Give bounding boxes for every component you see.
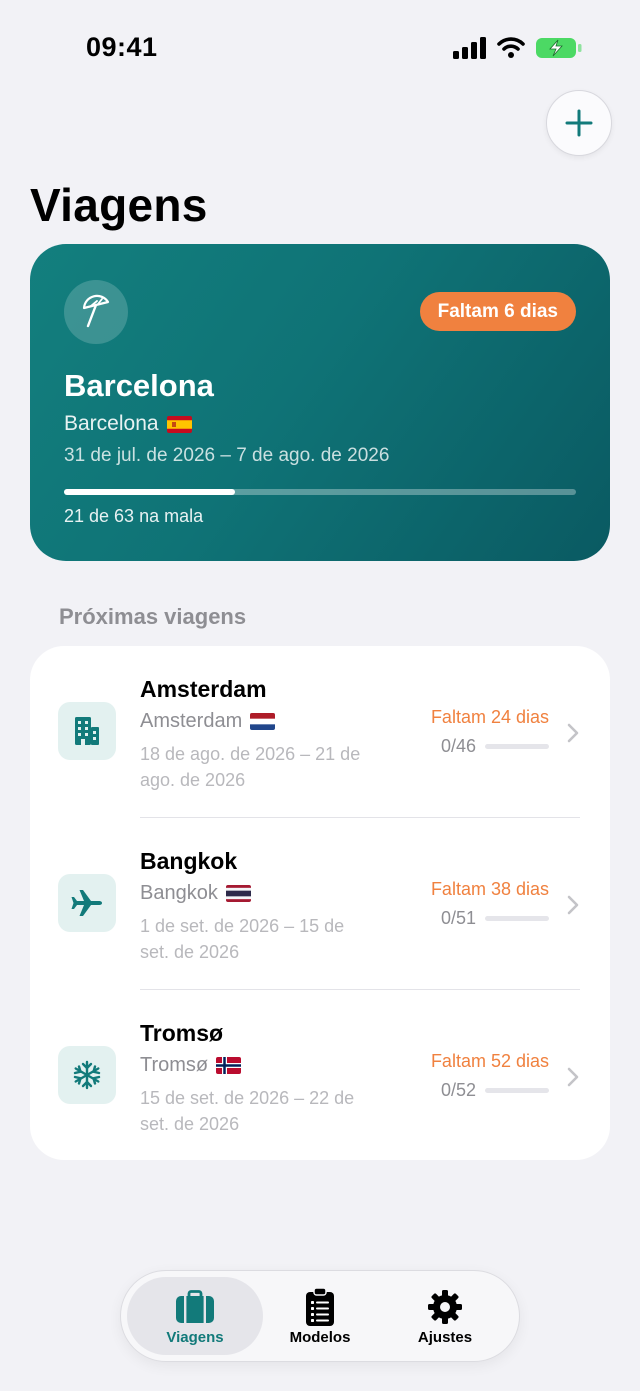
trip-packing-progress — [485, 1088, 549, 1093]
trip-icon-badge — [58, 1046, 116, 1104]
upcoming-trips-list: Amsterdam Amsterdam 18 de ago. de 2026 –… — [30, 646, 610, 1160]
tab-label: Viagens — [166, 1329, 224, 1346]
airplane-icon — [71, 890, 102, 916]
trip-name: Tromsø — [140, 1020, 224, 1046]
chevron-right-icon — [567, 723, 579, 743]
trip-row-bangkok[interactable]: Bangkok Bangkok 1 de set. de 2026 – 15 d… — [30, 818, 610, 990]
trip-row-tromso[interactable]: Tromsø Tromsø 15 de set. de 2026 – 22 de… — [30, 990, 610, 1162]
tab-label: Ajustes — [417, 1329, 473, 1346]
tab-label: Modelos — [289, 1329, 351, 1346]
featured-packing-progress — [64, 489, 576, 495]
featured-trip-name: Barcelona — [64, 368, 214, 403]
upcoming-section-title: Próximas viagens — [59, 604, 247, 629]
featured-countdown-badge: Faltam 6 dias — [419, 292, 576, 331]
trip-icon-badge — [58, 874, 116, 932]
cellular-signal-icon — [453, 37, 486, 59]
trip-dates: 1 de set. de 2026 – 15 de set. de 2026 — [140, 916, 345, 962]
trip-countdown: Faltam 38 dias — [430, 879, 549, 899]
chevron-right-icon — [567, 895, 579, 915]
trip-name: Bangkok — [140, 848, 238, 874]
tab-bar: Viagens Modelos Ajustes — [120, 1270, 520, 1362]
spain-flag-icon — [166, 415, 192, 433]
trip-countdown: Faltam 52 dias — [430, 1051, 549, 1071]
featured-trip-icon-badge — [64, 280, 128, 344]
featured-trip-location-text: Barcelona — [64, 412, 159, 435]
gear-icon — [425, 1287, 465, 1327]
trip-name: Amsterdam — [140, 676, 267, 702]
trip-dates: 18 de ago. de 2026 – 21 de ago. de 2026 — [140, 744, 361, 790]
trip-packing-progress — [485, 916, 549, 921]
trip-location: Bangkok — [140, 882, 251, 905]
tab-ajustes[interactable]: Ajustes — [377, 1277, 513, 1355]
trip-location: Tromsø — [140, 1054, 242, 1077]
trip-countdown: Faltam 24 dias — [430, 707, 549, 727]
featured-trip-location: Barcelona — [64, 412, 192, 436]
trip-packed-count: 0/51 — [440, 908, 476, 928]
add-trip-button[interactable] — [546, 90, 612, 156]
featured-packed-count: 21 de 63 na mala — [64, 506, 204, 526]
plus-icon — [565, 109, 593, 137]
trip-packed-count: 0/46 — [440, 736, 476, 756]
status-bar: 09:41 — [0, 0, 640, 90]
trip-location-text: Tromsø — [140, 1054, 209, 1076]
trip-row-amsterdam[interactable]: Amsterdam Amsterdam 18 de ago. de 2026 –… — [30, 646, 610, 818]
trip-packed-count: 0/52 — [440, 1080, 476, 1100]
tab-viagens[interactable]: Viagens — [127, 1277, 263, 1355]
wifi-icon — [497, 37, 525, 58]
norway-flag-icon — [216, 1057, 242, 1074]
building-icon — [75, 717, 99, 745]
trip-location-text: Bangkok — [140, 882, 218, 904]
trip-packing-progress — [485, 744, 549, 749]
suitcase-icon — [175, 1287, 215, 1327]
trip-location-text: Amsterdam — [140, 710, 243, 732]
netherlands-flag-icon — [250, 713, 276, 730]
tab-modelos[interactable]: Modelos — [252, 1277, 388, 1355]
trip-icon-badge — [58, 702, 116, 760]
trip-dates: 15 de set. de 2026 – 22 de set. de 2026 — [140, 1088, 355, 1134]
checklist-icon — [300, 1287, 340, 1327]
chevron-right-icon — [567, 1067, 579, 1087]
page-title: Viagens — [30, 179, 208, 231]
snowflake-icon — [73, 1060, 101, 1090]
trip-location: Amsterdam — [140, 710, 276, 733]
thailand-flag-icon — [225, 885, 251, 902]
status-time: 09:41 — [86, 32, 158, 62]
battery-charging-icon — [536, 38, 582, 58]
featured-packing-progress-fill — [64, 489, 235, 495]
featured-trip-dates: 31 de jul. de 2026 – 7 de ago. de 2026 — [64, 445, 390, 466]
beach-umbrella-icon — [82, 294, 110, 328]
featured-trip-card[interactable]: Faltam 6 dias Barcelona Barcelona 31 de … — [30, 244, 610, 561]
